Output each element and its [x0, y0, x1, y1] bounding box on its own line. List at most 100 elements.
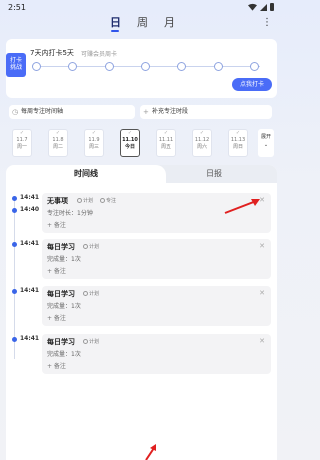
weekday-label: 今日 [124, 144, 135, 150]
wifi-icon [248, 3, 257, 11]
checkin-button[interactable]: 点我打卡 [232, 78, 272, 91]
date-label: 11.10 [122, 137, 138, 143]
checkin-day-dot [32, 62, 41, 71]
date-label: 11.8 [52, 137, 64, 143]
checkin-title: 7天内打卡5天 [30, 49, 74, 57]
checkin-subtitle: 可赚会员周卡 [81, 51, 118, 58]
entry-focus-tag-label: 专注 [106, 198, 117, 204]
date-cell[interactable]: ✓ 11.7 周一 [12, 129, 32, 157]
entry-plan-tag: 计划 [77, 197, 93, 204]
entry-detail: 完成量：1次 [47, 256, 81, 263]
tab-week[interactable]: 周 [137, 14, 148, 30]
annotation-arrow-icon [224, 199, 260, 214]
plan-tag-icon [83, 339, 88, 344]
timeline-entry[interactable]: 每日学习 计划 完成量：1次 + 备注 ✕ [42, 286, 271, 326]
expand-dates-label: 展开 [260, 134, 271, 140]
checkin-badge-line1: 打卡 [9, 57, 22, 64]
checkin-card: 打卡 挑战 7天内打卡5天 可赚会员周卡 点我打卡 [6, 39, 277, 98]
status-icons [248, 3, 274, 11]
week-date-strip: 展开 ⌄ ✓ 11.7 周一 ✓ 11.8 周二 ✓ 11.9 周三 ✓ 11.10 今日 ✓ 11.11… [12, 129, 274, 159]
add-note-button[interactable]: + 备注 [47, 266, 66, 275]
timeline-dot [12, 196, 17, 201]
weekday-label: 周五 [160, 144, 171, 150]
date-cell[interactable]: ✓ 11.9 周三 [84, 129, 104, 157]
check-icon: ✓ [163, 130, 169, 136]
entry-start-time: 14:41 [20, 240, 40, 247]
add-note-button[interactable]: + 备注 [47, 220, 66, 229]
signal-icon [260, 3, 267, 11]
tab-underline [111, 30, 119, 32]
clock-icon: ◷ [12, 108, 19, 116]
date-cell[interactable]: ✓ 11.10 今日 [120, 129, 140, 157]
battery-icon [270, 3, 274, 11]
weekday-label: 周六 [196, 144, 207, 150]
entry-detail: 专注时长：1分钟 [47, 210, 93, 217]
timeline-dot-end [12, 208, 17, 213]
entry-start-time: 14:41 [20, 194, 40, 201]
entry-focus-tag: 专注 [100, 197, 116, 204]
timeline-entry[interactable]: 每日学习 计划完成量：1次 + 备注 ✕ [42, 239, 271, 279]
timeline-entry[interactable]: 每日学习 计划 完成量：1次 + 备注 ✕ [42, 334, 271, 374]
date-cell[interactable]: ✓ 11.8 周二 [48, 129, 68, 157]
tab-timeline[interactable]: 时间线 [6, 165, 166, 183]
entry-plan-tag: 计划 [83, 338, 99, 345]
entry-end-time: 14:40 [20, 206, 40, 213]
checkin-day-dot [213, 62, 223, 71]
checkin-day-dot [104, 62, 114, 71]
weekday-label: 周三 [88, 144, 99, 150]
date-cell[interactable]: ✓ 11.12 周六 [192, 129, 212, 157]
checkin-day-dot [68, 62, 78, 71]
annotation-arrow-icon-2 [145, 444, 156, 460]
entry-plan-tag-label: 计划 [89, 244, 100, 250]
entry-detail: 完成量：1次 [47, 351, 81, 358]
entry-plan-tag: 计划 [83, 243, 99, 250]
date-label: 11.13 [230, 137, 246, 143]
date-label: 11.7 [16, 137, 28, 143]
checkin-badge: 打卡 挑战 [6, 53, 26, 77]
weekly-focus-timeline-label: 每周专注时间轴 [21, 108, 64, 115]
checkin-day-dot [177, 62, 187, 71]
weekday-label: 周日 [232, 144, 243, 150]
expand-dates-button[interactable]: 展开 ⌄ [258, 129, 274, 157]
date-cell[interactable]: ✓ 11.11 周五 [156, 129, 176, 157]
date-cell[interactable]: ✓ 11.13 周日 [228, 129, 248, 157]
timeline-dot [12, 337, 17, 342]
weekday-label: 周二 [52, 144, 63, 150]
checkin-day-dot [250, 62, 259, 71]
plus-icon: + [143, 108, 149, 116]
add-note-button[interactable]: + 备注 [47, 313, 66, 322]
tab-day[interactable]: 日 [110, 14, 121, 30]
entry-start-time: 14:41 [20, 287, 40, 294]
close-icon[interactable]: ✕ [259, 337, 265, 345]
timeline-dot [12, 242, 17, 247]
date-label: 11.11 [158, 137, 174, 143]
check-icon: ✓ [91, 130, 97, 136]
entry-title: 每日学习 [47, 243, 75, 251]
weekday-label: 周一 [16, 144, 27, 150]
period-tabs: 日 周 月 [0, 14, 281, 34]
status-time: 2:51 [8, 3, 26, 12]
check-icon: ✓ [55, 130, 61, 136]
close-icon[interactable]: ✕ [259, 242, 265, 250]
chevron-down-icon: ⌄ [263, 142, 269, 148]
checkin-badge-line2: 挑战 [9, 64, 22, 71]
check-icon: ✓ [235, 130, 241, 136]
weekly-focus-timeline-button[interactable]: ◷ 每周专注时间轴 [9, 105, 135, 119]
entry-detail: 完成量：1次 [47, 303, 81, 310]
entry-title: 每日学习 [47, 338, 75, 346]
tab-month[interactable]: 月 [164, 14, 175, 30]
check-icon: ✓ [199, 130, 205, 136]
add-focus-period-label: 补充专注时段 [152, 108, 189, 115]
add-note-button[interactable]: + 备注 [47, 361, 66, 370]
plan-tag-icon [77, 198, 82, 203]
close-icon[interactable]: ✕ [259, 289, 265, 297]
plan-tag-icon [83, 291, 88, 296]
tab-daily-report[interactable]: 日报 [206, 165, 222, 183]
add-focus-period-button[interactable]: + 补充专注时段 [140, 105, 272, 119]
focus-tag-icon [100, 198, 105, 203]
timeline-line [14, 199, 15, 359]
entry-title: 无事项 [47, 197, 68, 205]
more-menu-icon[interactable]: ⋮ [262, 17, 272, 28]
entry-title: 每日学习 [47, 290, 75, 298]
entry-plan-tag-label: 计划 [83, 198, 94, 204]
